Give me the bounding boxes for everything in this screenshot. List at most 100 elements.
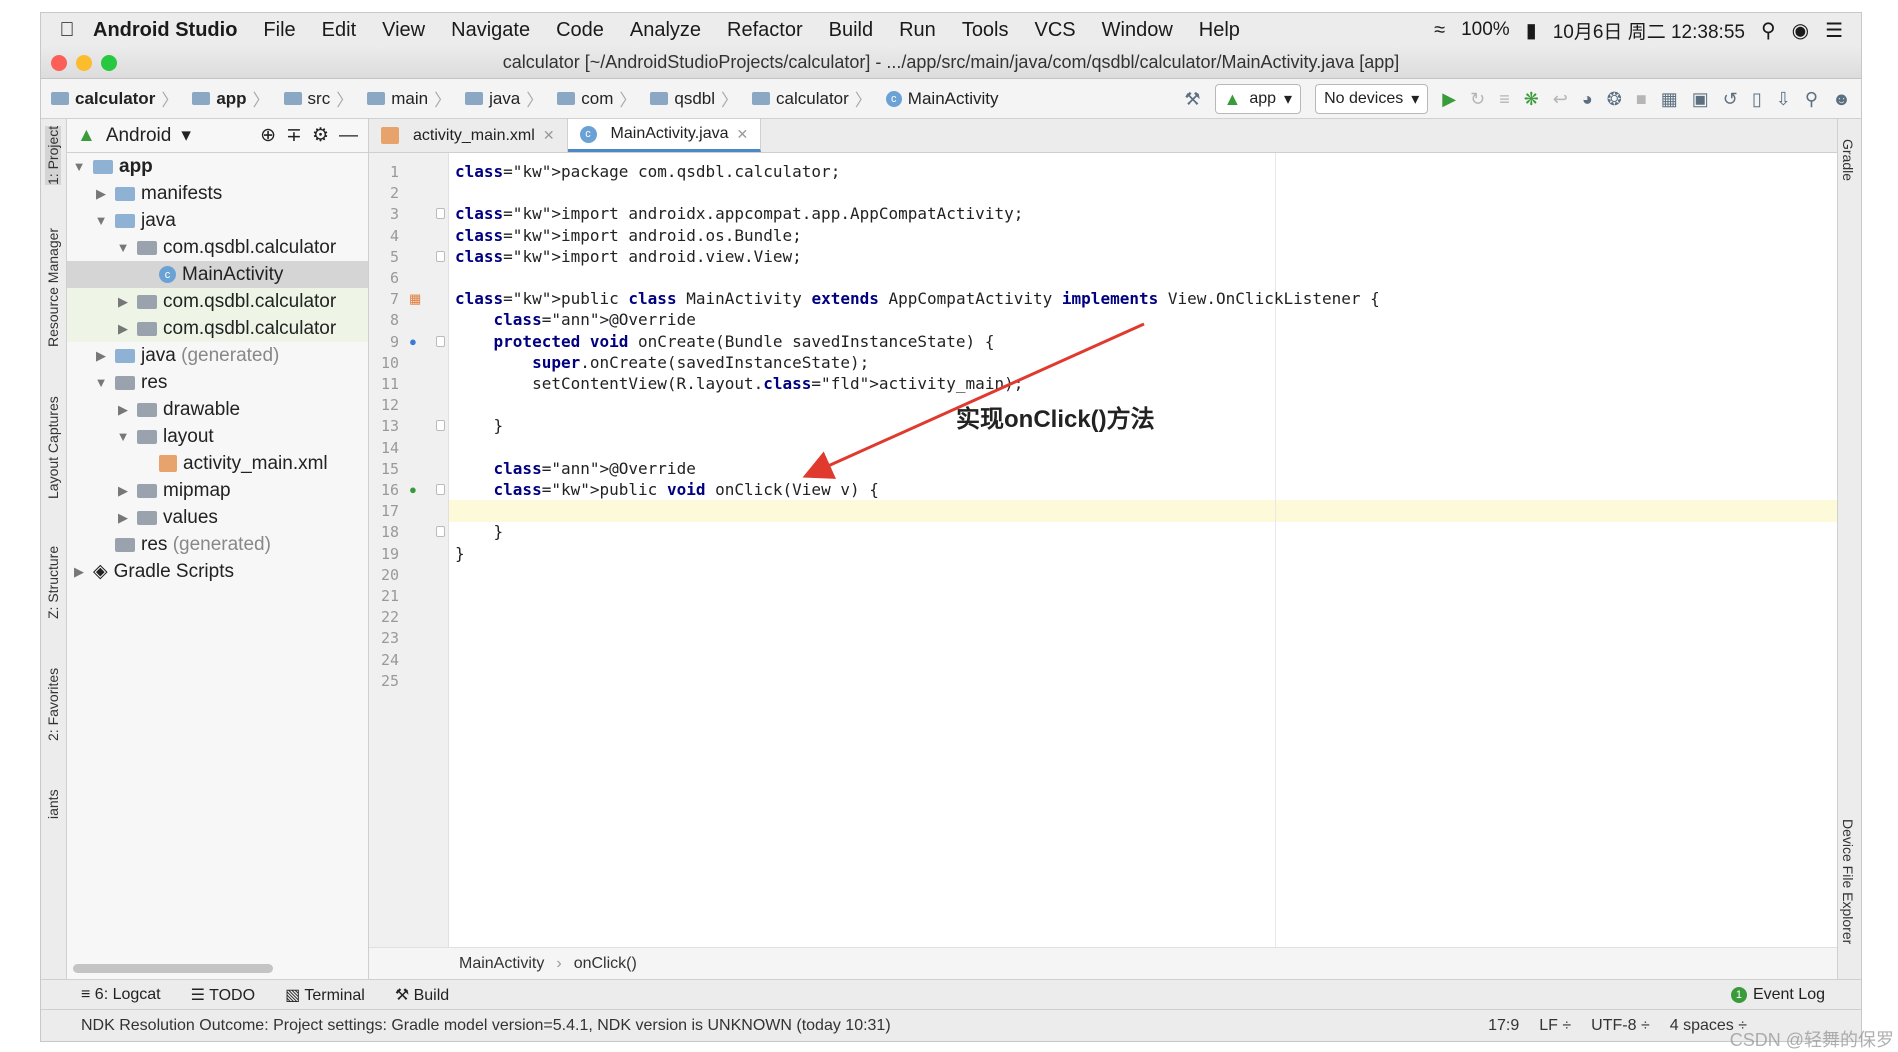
tree-item-res-generated[interactable]: res (generated)	[67, 531, 368, 558]
scroll-from-source-icon[interactable]: ⊕	[260, 124, 276, 147]
expand-arrow-icon[interactable]: ▼	[115, 240, 131, 255]
nav-crumb-main[interactable]: main 〉	[367, 86, 455, 111]
device-select[interactable]: No devices ▾	[1315, 84, 1429, 114]
chevron-down-icon[interactable]: ▾	[181, 124, 191, 147]
tree-item-package-androidtest[interactable]: ▶ com.qsdbl.calculator	[67, 288, 368, 315]
tree-item-activity-main-xml[interactable]: activity_main.xml	[67, 450, 368, 477]
menu-code[interactable]: Code	[556, 19, 604, 42]
menu-file[interactable]: File	[263, 19, 295, 42]
expand-arrow-icon[interactable]: ▶	[115, 510, 131, 526]
collapse-all-icon[interactable]: ∓	[286, 124, 302, 147]
fold-onclick-marker[interactable]	[436, 484, 445, 495]
expand-arrow-icon[interactable]: ▼	[93, 375, 109, 390]
tool-tab-build[interactable]: ⚒ Build	[395, 985, 449, 1005]
tree-item-package-test[interactable]: ▶ com.qsdbl.calculator	[67, 315, 368, 342]
expand-arrow-icon[interactable]: ▶	[115, 294, 131, 310]
wifi-icon[interactable]: ≈	[1434, 19, 1445, 42]
sdk-manager-icon[interactable]: ⇩	[1776, 89, 1791, 110]
minimize-window-button[interactable]	[76, 55, 92, 71]
menu-vcs[interactable]: VCS	[1035, 19, 1076, 42]
siri-icon[interactable]: ◉	[1792, 18, 1809, 43]
nav-crumb-com[interactable]: com 〉	[557, 86, 640, 111]
tool-tab-logcat[interactable]: ≡ 6: Logcat	[81, 986, 161, 1004]
fold-onclick-end-marker[interactable]	[436, 526, 445, 538]
gear-icon[interactable]: ⚙	[312, 124, 329, 147]
notification-center-icon[interactable]: ☰	[1825, 18, 1843, 43]
nav-crumb-java[interactable]: java 〉	[465, 86, 547, 111]
tree-item-java-generated[interactable]: ▶ java (generated)	[67, 342, 368, 369]
tree-item-drawable[interactable]: ▶ drawable	[67, 396, 368, 423]
avd-manager-icon[interactable]: ▯	[1752, 89, 1762, 110]
nav-crumb-calculator-pkg[interactable]: calculator 〉	[752, 86, 876, 111]
expand-arrow-icon[interactable]: ▼	[115, 429, 131, 444]
zoom-window-button[interactable]	[101, 55, 117, 71]
apply-changes-icon[interactable]: ↻	[1470, 89, 1485, 110]
close-icon[interactable]: ✕	[737, 126, 749, 143]
account-icon[interactable]: ☻	[1832, 89, 1851, 110]
tree-item-app[interactable]: ▼ app	[67, 153, 368, 180]
profile-icon[interactable]: ◕	[1582, 89, 1593, 110]
project-horizontal-scrollbar[interactable]	[73, 964, 273, 973]
menu-view[interactable]: View	[382, 19, 425, 42]
tree-item-manifests[interactable]: ▶ manifests	[67, 180, 368, 207]
fold-import-end-marker[interactable]	[436, 250, 445, 262]
breadcrumb-class[interactable]: MainActivity	[459, 955, 544, 973]
nav-crumb-qsdbl[interactable]: qsdbl 〉	[650, 86, 742, 111]
tool-tab-favorites[interactable]: 2: Favorites	[45, 668, 61, 741]
project-view-mode-select[interactable]: Android	[106, 125, 172, 147]
tool-tab-resource-manager[interactable]: Resource Manager	[45, 228, 61, 347]
menu-build[interactable]: Build	[829, 19, 873, 42]
hide-panel-icon[interactable]: —	[339, 125, 358, 147]
app-name-menu[interactable]: Android Studio	[93, 19, 237, 42]
expand-arrow-icon[interactable]: ▶	[93, 348, 109, 364]
layout-inspector-icon[interactable]: ▣	[1692, 89, 1709, 110]
sync-gradle-icon[interactable]: ↺	[1723, 89, 1738, 110]
run-config-select[interactable]: ▲ app ▾	[1214, 84, 1302, 114]
nav-crumb-mainactivity[interactable]: c MainActivity	[885, 89, 998, 109]
nav-crumb-calculator[interactable]: calculator 〉	[51, 86, 182, 111]
battery-icon[interactable]: ▮	[1526, 18, 1537, 43]
fold-oncreate-end-marker[interactable]	[436, 420, 445, 432]
menu-analyze[interactable]: Analyze	[630, 19, 701, 42]
tool-tab-structure[interactable]: Z: Structure	[45, 546, 61, 619]
expand-arrow-icon[interactable]: ▶	[115, 483, 131, 499]
implement-marker-icon[interactable]: ●	[409, 482, 417, 497]
tree-item-values[interactable]: ▶ values	[67, 504, 368, 531]
tab-mainactivity-java[interactable]: c MainActivity.java ✕	[567, 119, 762, 152]
tree-item-gradle-scripts[interactable]: ▶ ◈ Gradle Scripts	[67, 558, 368, 585]
layout-related-icon[interactable]: ▦	[409, 291, 421, 307]
expand-arrow-icon[interactable]: ▼	[71, 159, 87, 174]
menu-edit[interactable]: Edit	[322, 19, 356, 42]
status-message[interactable]: NDK Resolution Outcome: Project settings…	[81, 1017, 891, 1035]
fold-import-marker[interactable]	[436, 208, 445, 220]
breadcrumb-method[interactable]: onClick()	[574, 955, 637, 973]
project-structure-icon[interactable]: ▦	[1661, 89, 1678, 110]
menu-navigate[interactable]: Navigate	[451, 19, 530, 42]
menubar-clock[interactable]: 10月6日 周二 12:38:55	[1553, 17, 1745, 44]
tool-tab-project[interactable]: 1: Project	[45, 125, 61, 185]
debug-icon[interactable]: ❋	[1524, 89, 1539, 110]
fold-oncreate-marker[interactable]	[436, 335, 445, 347]
file-encoding[interactable]: UTF-8 ÷	[1591, 1017, 1650, 1035]
expand-arrow-icon[interactable]: ▶	[115, 402, 131, 418]
tool-tab-layout-captures[interactable]: Layout Captures	[45, 396, 61, 499]
line-separator[interactable]: LF ÷	[1539, 1017, 1571, 1035]
code-text-area[interactable]: class="kw">package com.qsdbl.calculator;…	[449, 153, 1839, 947]
menu-help[interactable]: Help	[1199, 19, 1240, 42]
expand-arrow-icon[interactable]: ▶	[115, 321, 131, 337]
tool-tab-gradle[interactable]: Gradle	[1840, 139, 1856, 181]
event-log-button[interactable]: 1 Event Log	[1730, 986, 1825, 1004]
spotlight-search-icon[interactable]: ⚲	[1761, 18, 1776, 43]
run-icon[interactable]: ▶	[1442, 89, 1456, 110]
stop-icon[interactable]: ■	[1636, 89, 1647, 110]
tab-activity-main-xml[interactable]: activity_main.xml ✕	[369, 119, 568, 152]
tree-item-mipmap[interactable]: ▶ mipmap	[67, 477, 368, 504]
close-icon[interactable]: ✕	[543, 127, 555, 144]
attach-profiler-icon[interactable]: ❂	[1607, 89, 1622, 110]
search-icon[interactable]: ⚲	[1805, 89, 1818, 110]
close-window-button[interactable]	[51, 55, 67, 71]
menu-window[interactable]: Window	[1102, 19, 1173, 42]
tool-tab-todo[interactable]: ☰ TODO	[191, 985, 255, 1005]
tree-item-package-main[interactable]: ▼ com.qsdbl.calculator	[67, 234, 368, 261]
menu-tools[interactable]: Tools	[962, 19, 1009, 42]
